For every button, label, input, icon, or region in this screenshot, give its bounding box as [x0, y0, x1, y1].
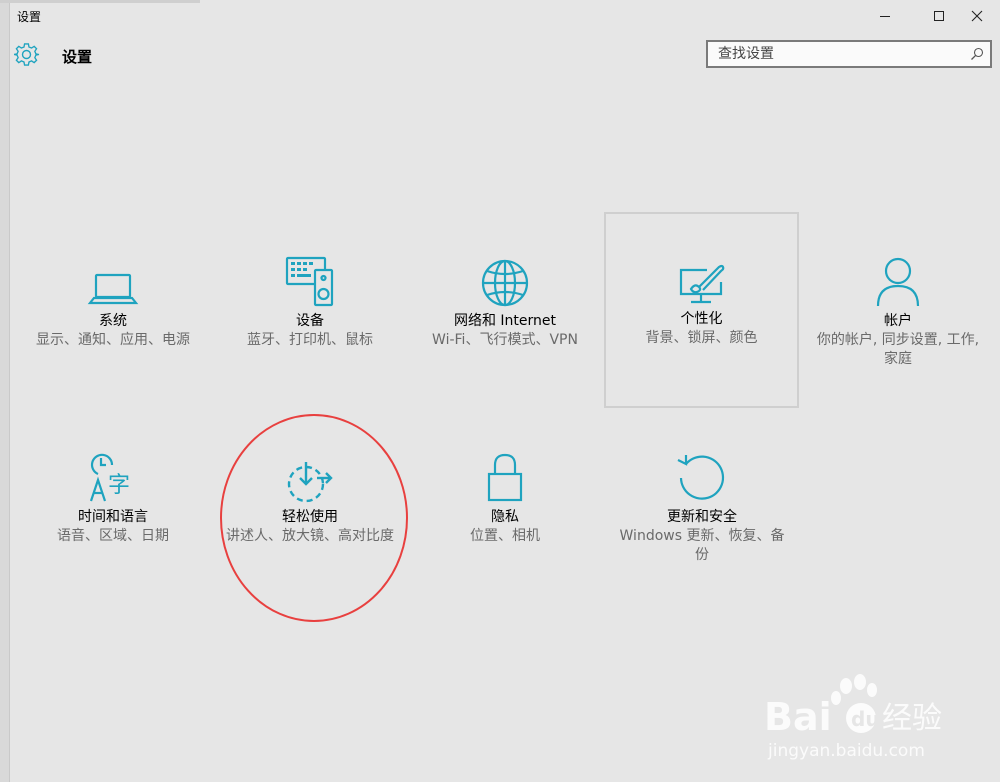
tile-title: 个性化 [680, 311, 723, 327]
tile-accounts[interactable]: 帐户 你的帐户, 同步设置, 工作, 家庭 [803, 214, 993, 406]
lock-icon [487, 453, 523, 502]
tile-description: Wi-Fi、飞行模式、VPN [432, 332, 578, 348]
tile-description: 你的帐户, 同步设置, 工作, 家庭 [816, 332, 980, 367]
window-left-edge [0, 0, 10, 782]
watermark-url: jingyan.baidu.com [767, 741, 925, 761]
tile-title: 帐户 [884, 313, 912, 329]
minimize-button[interactable] [862, 0, 908, 32]
svg-text:字: 字 [108, 473, 130, 498]
search-input[interactable] [708, 43, 968, 65]
tile-title: 隐私 [491, 509, 519, 525]
ease-of-access-icon [287, 462, 333, 503]
tile-network[interactable]: 网络和 Internet Wi-Fi、飞行模式、VPN [410, 214, 600, 406]
tile-description: 语音、区域、日期 [57, 528, 169, 544]
tile-devices[interactable]: 设备 蓝牙、打印机、鼠标 [215, 214, 405, 406]
tile-description: 位置、相机 [470, 528, 540, 544]
close-button[interactable] [954, 0, 1000, 32]
baidu-jingyan-watermark: Bai du 经验 jingyan.baidu.com [764, 674, 942, 761]
minimize-icon [880, 16, 890, 17]
devices-icon [285, 256, 334, 307]
tile-update-security[interactable]: 更新和安全 Windows 更新、恢复、备份 [607, 410, 797, 602]
window-title: 设置 [17, 10, 42, 24]
globe-icon [481, 259, 529, 307]
maximize-icon [934, 11, 944, 21]
tile-description: Windows 更新、恢复、备份 [619, 528, 785, 563]
tile-title: 更新和安全 [667, 509, 737, 525]
watermark-brand: Bai [764, 695, 832, 739]
refresh-icon [677, 455, 725, 500]
search-icon[interactable] [970, 47, 984, 61]
tile-title: 设备 [296, 313, 324, 329]
close-icon [971, 10, 983, 22]
tile-title: 时间和语言 [78, 509, 148, 525]
tile-title: 网络和 Internet [453, 313, 557, 329]
tile-time-language[interactable]: 字 时间和语言 语音、区域、日期 [18, 410, 208, 602]
watermark-brand-tail: du [851, 707, 880, 731]
tile-description: 背景、锁屏、颜色 [645, 330, 758, 346]
clock-language-icon: 字 [89, 453, 130, 502]
tile-privacy[interactable]: 隐私 位置、相机 [410, 410, 600, 602]
person-icon [876, 257, 920, 307]
tile-ease-of-access[interactable]: 轻松使用 讲述人、放大镜、高对比度 [215, 410, 405, 602]
title-bar[interactable]: 设置 [0, 0, 1000, 32]
search-box[interactable] [706, 40, 992, 68]
tile-title: 轻松使用 [282, 509, 338, 525]
tile-description: 蓝牙、打印机、鼠标 [247, 332, 373, 348]
paintbrush-monitor-icon [679, 264, 724, 304]
page-title: 设置 [62, 48, 93, 66]
tile-description: 讲述人、放大镜、高对比度 [226, 528, 394, 544]
settings-window: 设置 设置 查找设置 系统 显示、通知、应用、电源 设备 蓝牙、打印机、鼠标 网… [0, 0, 1000, 782]
tile-title: 系统 [99, 313, 127, 329]
tile-personalization[interactable]: 个性化 背景、锁屏、颜色 [604, 212, 799, 408]
watermark-product: 经验 [882, 701, 942, 736]
tile-description: 显示、通知、应用、电源 [36, 332, 190, 348]
laptop-icon [87, 273, 139, 305]
gear-icon [14, 43, 40, 66]
tile-system[interactable]: 系统 显示、通知、应用、电源 [18, 214, 208, 406]
